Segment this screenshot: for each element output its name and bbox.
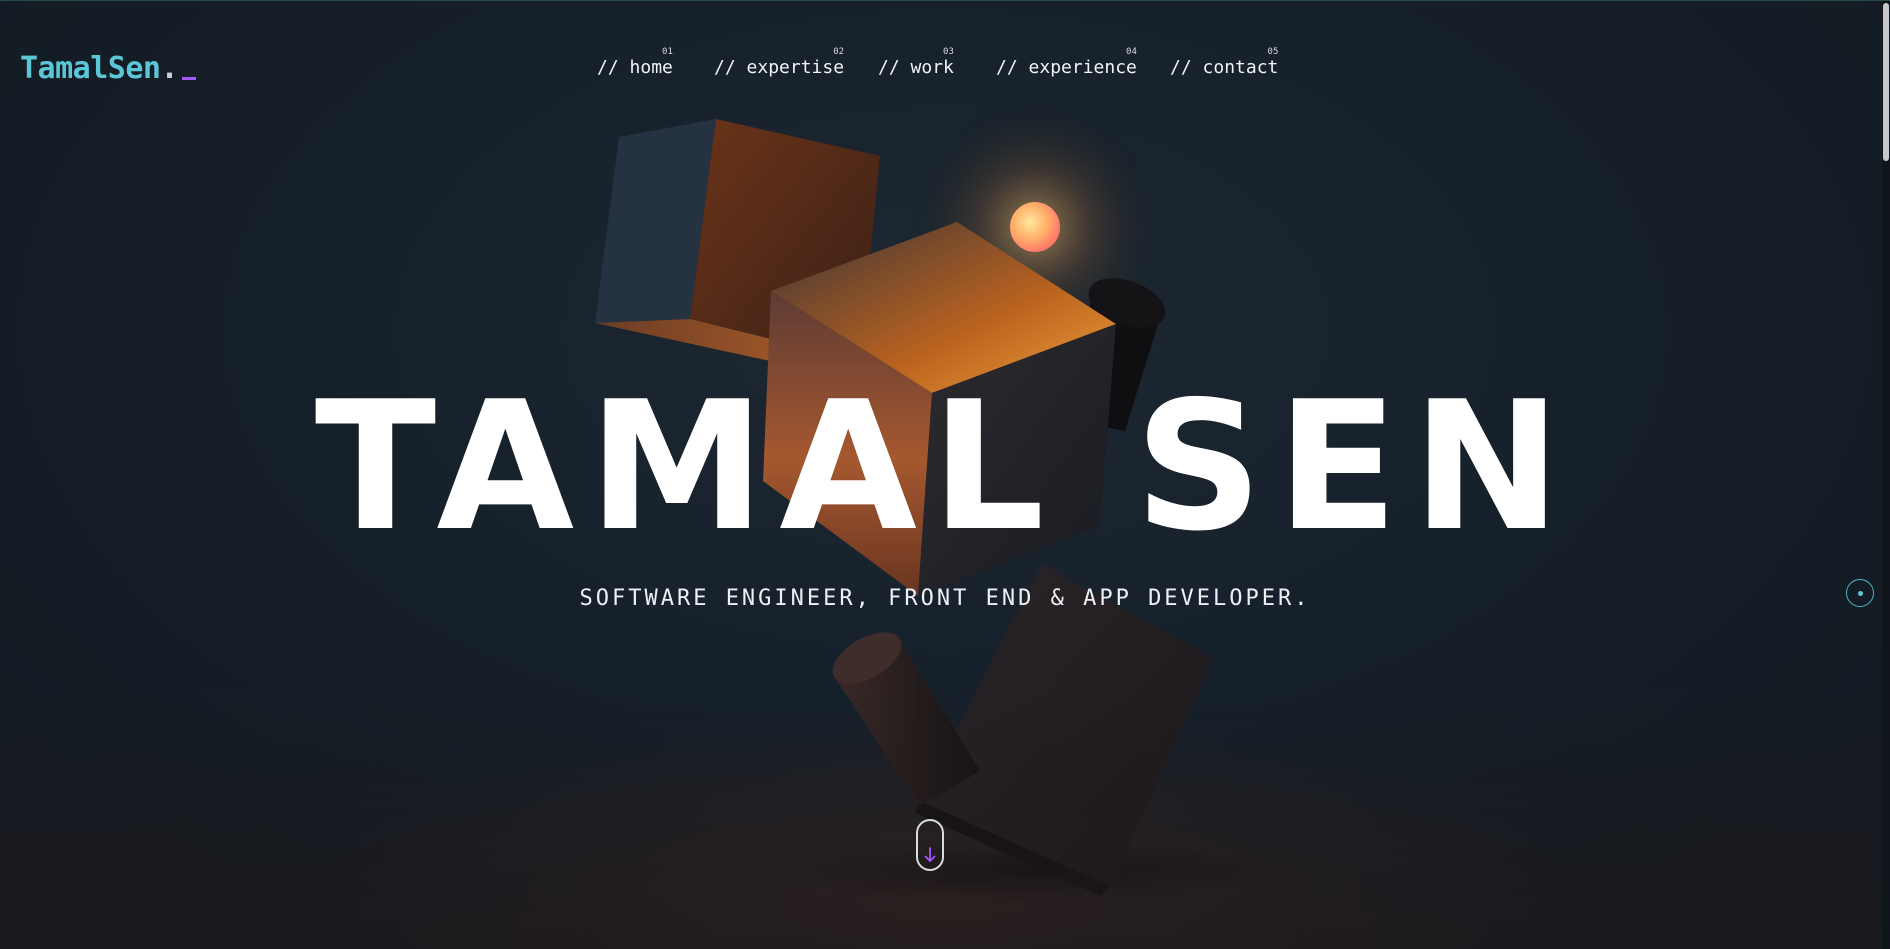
nav-item-prefix: // (1170, 57, 1203, 78)
hero-name: TAMAL SEN (314, 363, 1576, 570)
section-dot-button[interactable] (1846, 579, 1874, 607)
nav-item-expertise[interactable]: // expertise 02 (714, 47, 845, 78)
page: TamalSen. // home 01 // expertise 02 // … (0, 0, 1890, 949)
nav-item-number: 05 (1267, 47, 1279, 57)
nav-item-number: 04 (1126, 47, 1137, 57)
nav-item-number: 01 (662, 47, 673, 57)
main-nav: // home 01 // expertise 02 // work 03 //… (0, 47, 1890, 87)
nav-item-work[interactable]: // work 03 (878, 47, 954, 78)
nav-item-prefix: // (878, 57, 911, 78)
nav-item-experience[interactable]: // experience 04 (996, 47, 1137, 78)
nav-item-prefix: // (714, 57, 747, 78)
nav-item-label: contact (1202, 57, 1279, 78)
page-scrollbar[interactable] (1882, 1, 1890, 949)
arrow-down-icon (924, 847, 936, 862)
hero-subtitle: SOFTWARE ENGINEER, FRONT END & APP DEVEL… (579, 586, 1311, 611)
nav-item-label: expertise (746, 57, 845, 78)
nav-item-home[interactable]: // home 01 (597, 47, 673, 78)
nav-item-number: 02 (833, 47, 845, 57)
nav-item-prefix: // (597, 57, 630, 78)
nav-item-prefix: // (996, 57, 1029, 78)
nav-item-label: home (629, 57, 673, 78)
scroll-down-button[interactable] (916, 819, 944, 871)
section-dot-icon (1858, 591, 1863, 596)
nav-item-number: 03 (943, 47, 954, 57)
nav-item-label: experience (1028, 57, 1137, 78)
scrollbar-thumb[interactable] (1883, 3, 1889, 161)
nav-item-contact[interactable]: // contact 05 (1170, 47, 1279, 78)
nav-item-label: work (910, 57, 954, 78)
